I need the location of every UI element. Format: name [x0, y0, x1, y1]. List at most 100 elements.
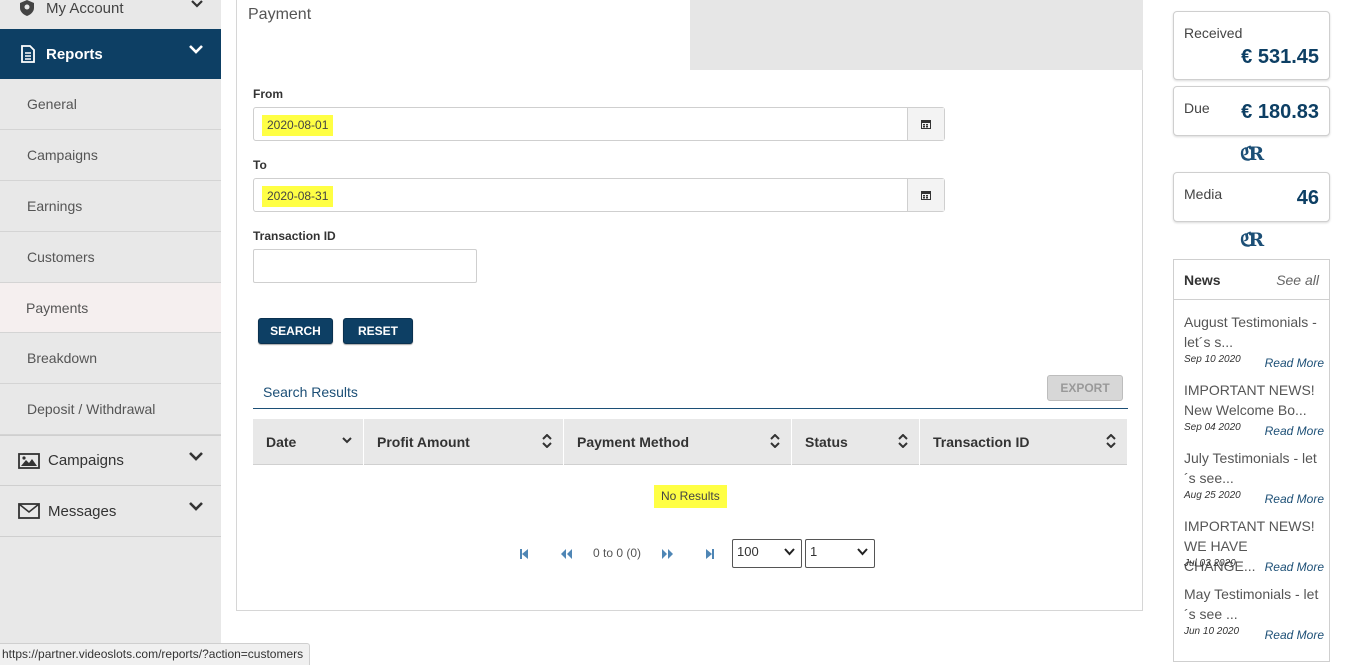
from-date-value: 2020-08-01 — [264, 117, 332, 134]
news-item: IMPORTANT NEWS! New Welcome Bo... Sep 04… — [1184, 380, 1324, 446]
videoslots-logo-icon: ℭR — [1240, 143, 1264, 165]
column-header-payment-method[interactable]: Payment Method — [564, 419, 792, 465]
sidebar-item-my-account[interactable]: My Account — [0, 0, 221, 28]
sidebar-subitem-payments[interactable]: Payments — [0, 283, 221, 333]
sidebar-item-messages[interactable]: Messages — [0, 486, 221, 537]
sidebar-subitem-general[interactable]: General — [0, 79, 221, 130]
sort-icon — [898, 434, 908, 448]
page-number-select[interactable]: 1 — [805, 539, 875, 568]
search-button[interactable]: SEARCH — [258, 318, 333, 344]
due-card: Due € 180.83 — [1173, 86, 1330, 136]
news-item-title[interactable]: July Testimonials - let´s see... — [1184, 448, 1322, 488]
transaction-id-input[interactable] — [253, 249, 477, 283]
sidebar-subitem-deposit-withdrawal[interactable]: Deposit / Withdrawal — [0, 384, 221, 435]
sidebar-subitem-label: Payments — [26, 299, 89, 316]
column-header-profit-amount[interactable]: Profit Amount — [364, 419, 564, 465]
results-table-header: Date Profit Amount Payment Method Status… — [253, 419, 1127, 465]
to-date-field[interactable]: 2020-08-31 — [253, 178, 945, 212]
to-date-value: 2020-08-31 — [264, 188, 332, 205]
chevron-down-icon — [189, 452, 203, 461]
to-calendar-button[interactable] — [907, 179, 944, 211]
sidebar-item-label: Campaigns — [48, 452, 124, 469]
column-label: Transaction ID — [933, 434, 1030, 450]
received-amount: € 531.45 — [1241, 46, 1319, 68]
news-see-all-link[interactable]: See all — [1276, 272, 1319, 288]
tab-payment[interactable]: Payment — [237, 0, 690, 70]
no-results-message: No Results — [657, 488, 724, 505]
tab-label: Payment — [248, 6, 312, 23]
sidebar-subitem-campaigns[interactable]: Campaigns — [0, 130, 221, 181]
column-label: Date — [266, 434, 297, 450]
reset-button[interactable]: RESET — [343, 318, 413, 344]
news-item: August Testimonials - let´s s... Sep 10 … — [1184, 312, 1324, 378]
export-button[interactable]: EXPORT — [1047, 375, 1123, 401]
news-header: News See all — [1174, 260, 1329, 300]
news-item-title[interactable]: IMPORTANT NEWS! New Welcome Bo... — [1184, 380, 1322, 420]
next-page-icon[interactable] — [661, 548, 674, 560]
chevron-down-icon — [784, 548, 795, 556]
previous-page-icon[interactable] — [560, 548, 573, 560]
read-more-link[interactable]: Read More — [1265, 628, 1324, 642]
calendar-icon — [921, 120, 931, 129]
media-card: Media 46 — [1173, 172, 1330, 222]
envelope-icon — [18, 503, 40, 519]
page-size-select[interactable]: 100 — [732, 539, 802, 568]
sidebar-subitem-label: Deposit / Withdrawal — [27, 401, 156, 417]
news-item-date: Sep 04 2020 — [1184, 422, 1241, 433]
sort-icon — [1106, 434, 1116, 448]
sidebar-item-label: Messages — [48, 502, 117, 520]
document-icon — [21, 45, 35, 63]
column-header-status[interactable]: Status — [792, 419, 920, 465]
sidebar-item-label: Reports — [46, 45, 103, 63]
sidebar-subitem-label: Customers — [27, 249, 95, 265]
from-calendar-button[interactable] — [907, 108, 944, 140]
read-more-link[interactable]: Read More — [1265, 492, 1324, 506]
chevron-down-icon — [191, 0, 203, 8]
news-item-title[interactable]: August Testimonials - let´s s... — [1184, 312, 1322, 352]
read-more-link[interactable]: Read More — [1265, 424, 1324, 438]
sort-icon — [770, 434, 780, 448]
news-item-date: Aug 25 2020 — [1184, 490, 1241, 501]
media-label: Media — [1184, 186, 1223, 202]
last-page-icon[interactable] — [705, 548, 715, 560]
sidebar-item-reports[interactable]: Reports — [0, 29, 221, 79]
first-page-icon[interactable] — [519, 548, 529, 560]
sidebar-item-campaigns[interactable]: Campaigns — [0, 435, 221, 486]
page-size-value: 100 — [737, 544, 759, 559]
due-label: Due — [1184, 100, 1210, 116]
chevron-down-icon — [189, 45, 203, 54]
chevron-down-icon — [189, 502, 203, 511]
tab-bar: Payment — [237, 0, 1143, 70]
account-shield-icon — [20, 0, 34, 16]
news-title: News — [1184, 272, 1221, 288]
column-label: Payment Method — [577, 434, 690, 450]
payment-panel: Payment From 2020-08-01 To 2020-08-31 Tr… — [236, 0, 1143, 611]
news-item-date: Jun 10 2020 — [1184, 626, 1240, 637]
sort-icon — [542, 434, 552, 448]
read-more-link[interactable]: Read More — [1265, 356, 1324, 370]
read-more-link[interactable]: Read More — [1265, 560, 1324, 574]
sidebar-subitem-breakdown[interactable]: Breakdown — [0, 333, 221, 384]
sidebar-subitem-label: Breakdown — [27, 350, 98, 366]
column-header-transaction-id[interactable]: Transaction ID — [920, 419, 1127, 465]
calendar-icon — [921, 191, 931, 200]
sidebar-subitem-customers[interactable]: Customers — [0, 232, 221, 283]
sidebar-subitem-label: Earnings — [27, 198, 83, 214]
news-item-title[interactable]: May Testimonials - let´s see ... — [1184, 584, 1322, 624]
chevron-down-icon — [857, 548, 868, 556]
sidebar-subitem-earnings[interactable]: Earnings — [0, 181, 221, 232]
to-label: To — [253, 158, 267, 172]
page-number-value: 1 — [810, 544, 818, 559]
column-label: Status — [805, 434, 848, 450]
media-count: 46 — [1296, 187, 1319, 209]
received-card: Received € 531.45 — [1173, 11, 1330, 80]
sidebar-subitem-label: Campaigns — [27, 147, 98, 163]
news-item: IMPORTANT NEWS! WE HAVE CHANGE... Jul 03… — [1184, 516, 1324, 582]
news-item-date: Jul 03 2020 — [1184, 558, 1236, 569]
image-icon — [18, 452, 40, 469]
sidebar: My Account Reports General Campaigns Ear… — [0, 0, 221, 665]
from-date-field[interactable]: 2020-08-01 — [253, 107, 945, 141]
news-item: July Testimonials - let´s see... Aug 25 … — [1184, 448, 1324, 514]
column-header-date[interactable]: Date — [253, 419, 364, 465]
received-label: Received — [1184, 25, 1243, 41]
